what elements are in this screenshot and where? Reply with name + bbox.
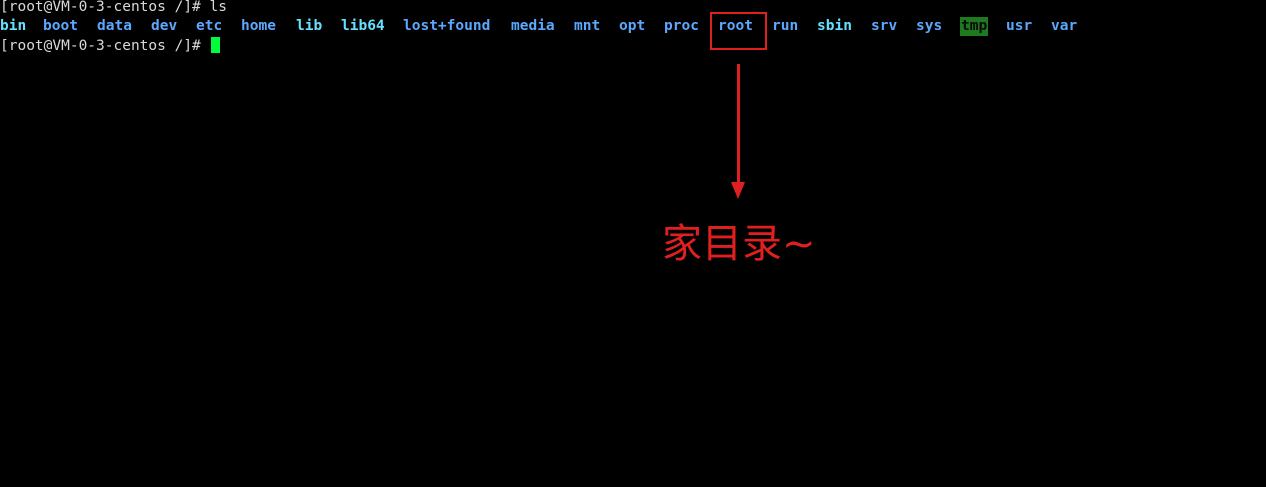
listing-entry-run: run bbox=[772, 18, 799, 34]
terminal-window[interactable]: [root@VM-0-3-centos /]# ls bin boot data… bbox=[0, 0, 1266, 487]
listing-entry-lib: lib bbox=[296, 18, 323, 34]
listing-entry-home: home bbox=[241, 18, 276, 34]
listing-entry-mnt: mnt bbox=[574, 18, 601, 34]
listing-entry-var: var bbox=[1051, 18, 1078, 34]
listing-entry-media: media bbox=[511, 18, 555, 34]
listing-entry-data: data bbox=[97, 18, 132, 34]
prompt-line[interactable]: [root@VM-0-3-centos /]# bbox=[0, 37, 220, 56]
shell-prompt: [root@VM-0-3-centos /]# bbox=[0, 38, 210, 54]
listing-entry-dev: dev bbox=[151, 18, 178, 34]
arrow-down-icon bbox=[737, 64, 740, 184]
listing-entry-usr: usr bbox=[1006, 18, 1033, 34]
terminal-cursor bbox=[210, 37, 220, 53]
annotation-label: 家目录~ bbox=[662, 221, 816, 267]
listing-entry-bin: bin bbox=[0, 18, 27, 34]
listing-entry-proc: proc bbox=[664, 18, 699, 34]
listing-entry-sys: sys bbox=[916, 18, 943, 34]
listing-entry-lost-found: lost+found bbox=[403, 18, 491, 34]
listing-entry-srv: srv bbox=[871, 18, 898, 34]
listing-entry-boot: boot bbox=[43, 18, 78, 34]
listing-entry-tmp: tmp bbox=[960, 17, 989, 36]
command-line: [root@VM-0-3-centos /]# ls bbox=[0, 0, 227, 15]
listing-entry-sbin: sbin bbox=[817, 18, 852, 34]
root-highlight-box bbox=[710, 12, 767, 50]
listing-entry-etc: etc bbox=[196, 18, 223, 34]
listing-entry-lib64: lib64 bbox=[341, 18, 385, 34]
arrow-head-icon bbox=[731, 182, 745, 199]
listing-entry-opt: opt bbox=[619, 18, 646, 34]
